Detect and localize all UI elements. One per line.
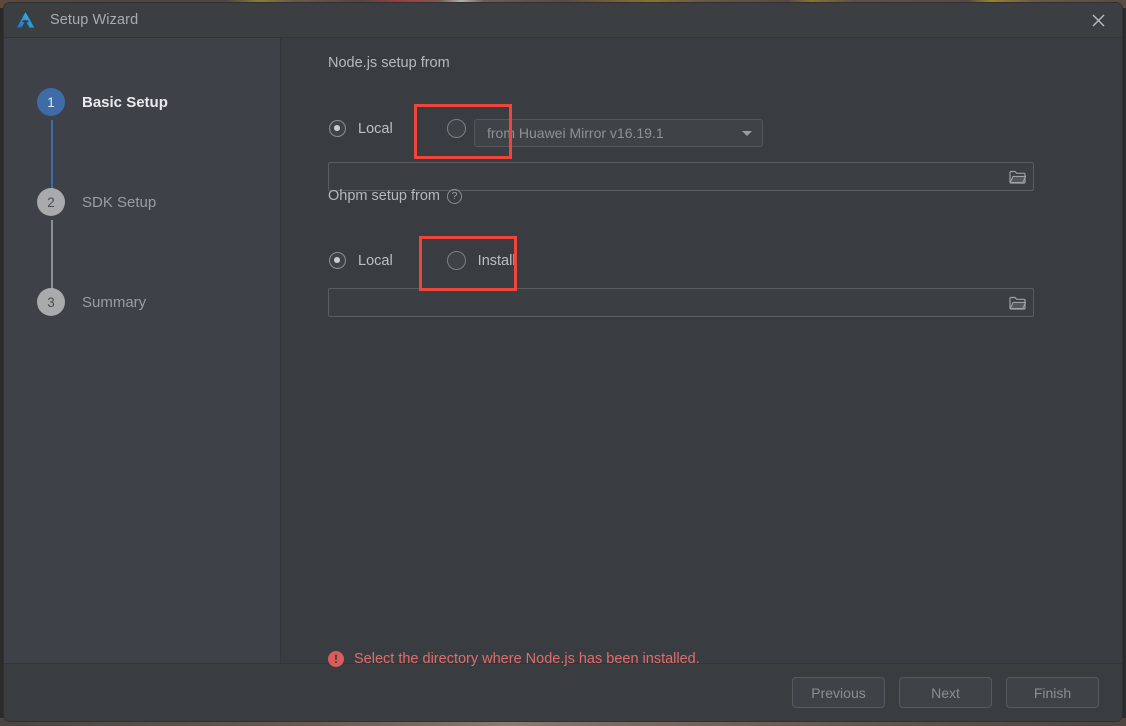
ohpm-section-text: Ohpm setup from: [328, 188, 441, 204]
step-number-badge: 2: [37, 188, 65, 216]
step-number-badge: 3: [37, 288, 65, 316]
help-icon[interactable]: ?: [447, 188, 463, 204]
sidebar-item-basic-setup[interactable]: 1 Basic Setup: [4, 84, 280, 120]
nodejs-mirror-value: from Huawei Mirror v16.19.1: [487, 125, 664, 141]
radio-indicator: [329, 252, 346, 269]
ohpm-radio-install[interactable]: Install: [446, 251, 516, 270]
radio-label: Local: [358, 120, 393, 137]
radio-label: Install: [477, 252, 516, 269]
sidebar-item-summary[interactable]: 3 Summary: [4, 284, 280, 320]
wizard-steps-sidebar: 1 Basic Setup 2 SDK Setup 3 Summary: [4, 38, 281, 663]
basic-setup-panel: Node.js setup from Local Install from Hu…: [281, 38, 1122, 667]
finish-button[interactable]: Finish: [1006, 677, 1099, 708]
wizard-footer: Previous Next Finish: [4, 663, 1122, 721]
folder-icon[interactable]: [1001, 296, 1033, 310]
validation-error: ! Select the directory where Node.js has…: [328, 651, 700, 667]
nodejs-section-label: Node.js setup from: [328, 55, 450, 71]
step-label: Summary: [82, 293, 147, 311]
ohpm-section-label: Ohpm setup from?: [328, 188, 463, 204]
validation-error-text: Select the directory where Node.js has b…: [354, 651, 700, 667]
step-number-badge: 1: [37, 88, 65, 116]
nodejs-radio-local[interactable]: Local: [329, 120, 393, 137]
radio-label: Local: [358, 252, 393, 269]
radio-indicator: [446, 119, 466, 138]
window-title: Setup Wizard: [50, 12, 139, 28]
ohpm-radio-local[interactable]: Local: [329, 252, 393, 269]
radio-indicator: [446, 251, 466, 270]
deveco-logo-icon: [15, 10, 36, 31]
next-button[interactable]: Next: [899, 677, 992, 708]
previous-button[interactable]: Previous: [792, 677, 885, 708]
error-icon: !: [328, 651, 344, 667]
wizard-body: 1 Basic Setup 2 SDK Setup 3 Summary Node…: [4, 38, 1122, 667]
sidebar-item-sdk-setup[interactable]: 2 SDK Setup: [4, 184, 280, 220]
title-bar: Setup Wizard: [4, 3, 1122, 38]
setup-wizard-window: Setup Wizard 1 Basic Setup 2 SDK Setup 3: [3, 2, 1123, 722]
nodejs-path-input[interactable]: [329, 168, 1001, 185]
ohpm-path-field[interactable]: [328, 288, 1034, 317]
radio-indicator: [329, 120, 346, 137]
nodejs-path-field[interactable]: [328, 162, 1034, 191]
close-icon[interactable]: [1075, 3, 1122, 38]
nodejs-mirror-dropdown[interactable]: from Huawei Mirror v16.19.1: [474, 119, 763, 147]
step-label: Basic Setup: [82, 93, 168, 111]
ohpm-path-input[interactable]: [329, 294, 1001, 311]
folder-icon[interactable]: [1001, 170, 1033, 184]
step-label: SDK Setup: [82, 193, 157, 211]
ohpm-source-radio-group: Local Install: [329, 251, 516, 270]
chevron-down-icon[interactable]: [732, 131, 762, 136]
